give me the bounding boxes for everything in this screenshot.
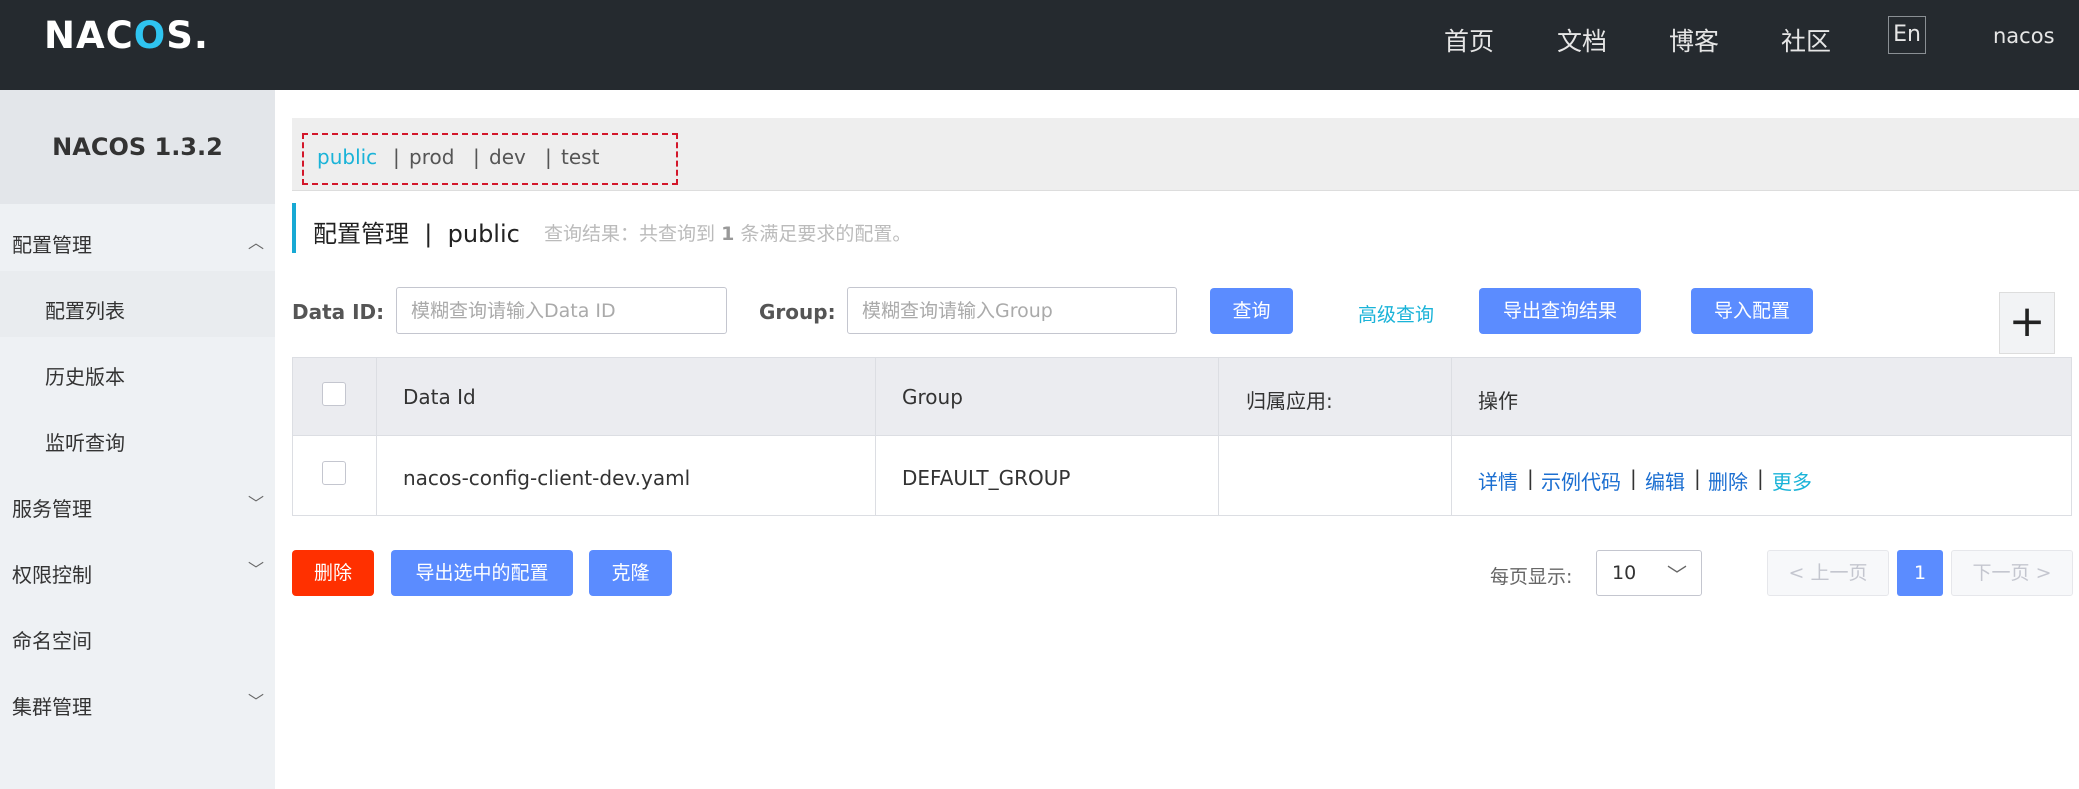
page-title: 配置管理 | public xyxy=(313,220,520,248)
namespace-tab-public[interactable]: public xyxy=(317,145,377,169)
namespace-separator: | xyxy=(393,145,400,169)
next-page-button[interactable]: 下一页 > xyxy=(1951,550,2073,596)
namespace-separator: | xyxy=(545,145,552,169)
clone-button[interactable]: 克隆 xyxy=(589,550,672,596)
column-header-group: Group xyxy=(902,385,963,409)
row-dataid: nacos-config-client-dev.yaml xyxy=(403,466,691,490)
namespace-separator: | xyxy=(473,145,480,169)
action-delete-link[interactable]: 删除 xyxy=(1708,466,1748,495)
add-config-button[interactable]: + xyxy=(1999,292,2055,354)
action-separator: | xyxy=(1630,466,1637,490)
nav-docs[interactable]: 文档 xyxy=(1557,22,1607,58)
action-detail-link[interactable]: 详情 xyxy=(1478,466,1518,495)
prev-page-button[interactable]: < 上一页 xyxy=(1767,550,1889,596)
nav-home[interactable]: 首页 xyxy=(1444,22,1494,58)
column-divider xyxy=(1451,358,1452,515)
namespace-tab-dev[interactable]: dev xyxy=(489,145,526,169)
dataid-search-input[interactable] xyxy=(396,287,727,334)
nav-community[interactable]: 社区 xyxy=(1781,22,1831,58)
row-group: DEFAULT_GROUP xyxy=(902,466,1071,490)
column-header-dataid: Data Id xyxy=(403,385,476,409)
namespace-tab-test[interactable]: test xyxy=(561,145,599,169)
query-result-summary: 查询结果：共查询到 1 条满足要求的配置。 xyxy=(544,223,912,245)
language-toggle-button[interactable]: En xyxy=(1888,16,1926,54)
query-button[interactable]: 查询 xyxy=(1210,288,1293,334)
sidebar-item-namespace[interactable]: 命名空间 xyxy=(12,625,92,654)
sidebar-group-auth[interactable]: 权限控制 xyxy=(12,559,92,588)
per-page-select[interactable]: 10 ﹀ xyxy=(1596,550,1702,596)
action-sample-code-link[interactable]: 示例代码 xyxy=(1541,466,1621,495)
group-search-input[interactable] xyxy=(847,287,1177,334)
advanced-query-link[interactable]: 高级查询 xyxy=(1358,300,1434,327)
action-edit-link[interactable]: 编辑 xyxy=(1645,466,1685,495)
import-config-button[interactable]: 导入配置 xyxy=(1691,288,1813,334)
chevron-left-icon: < xyxy=(1788,562,1805,584)
sidebar-item-history[interactable]: 历史版本 xyxy=(45,361,125,390)
chevron-down-icon: ﹀ xyxy=(1667,563,1687,587)
column-divider xyxy=(376,358,377,515)
sidebar-group-config[interactable]: 配置管理 xyxy=(12,229,92,258)
top-header: NACOS. 首页 文档 博客 社区 En nacos xyxy=(0,0,2079,90)
action-separator: | xyxy=(1527,466,1534,490)
chevron-down-icon[interactable]: ﹀ xyxy=(248,688,264,712)
sidebar: NACOS 1.3.2 配置管理 ︿ 配置列表 历史版本 监听查询 服务管理 ﹀… xyxy=(0,90,275,789)
table-header xyxy=(293,358,2071,436)
export-selected-button[interactable]: 导出选中的配置 xyxy=(391,550,573,596)
title-accent-bar xyxy=(292,203,296,253)
group-label: Group: xyxy=(759,300,836,324)
sidebar-group-service[interactable]: 服务管理 xyxy=(12,493,92,522)
sidebar-active-highlight xyxy=(0,271,275,337)
sidebar-group-cluster[interactable]: 集群管理 xyxy=(12,691,92,720)
export-query-results-button[interactable]: 导出查询结果 xyxy=(1479,288,1641,334)
column-header-app: 归属应用: xyxy=(1246,389,1333,413)
user-name[interactable]: nacos xyxy=(1993,24,2055,48)
chevron-down-icon[interactable]: ﹀ xyxy=(248,490,264,514)
config-table: Data Id Group 归属应用: 操作 nacos-config-clie… xyxy=(292,357,2072,516)
sidebar-item-config-list[interactable]: 配置列表 xyxy=(45,295,125,324)
page-number-current[interactable]: 1 xyxy=(1897,550,1943,596)
sidebar-item-listener[interactable]: 监听查询 xyxy=(45,427,125,456)
sidebar-version-title: NACOS 1.3.2 xyxy=(0,90,275,204)
chevron-down-icon[interactable]: ﹀ xyxy=(248,556,264,580)
namespace-tab-prod[interactable]: prod xyxy=(409,145,454,169)
per-page-value: 10 xyxy=(1612,562,1637,584)
action-more-link[interactable]: 更多 xyxy=(1772,466,1812,495)
action-separator: | xyxy=(1757,466,1764,490)
action-separator: | xyxy=(1694,466,1701,490)
select-all-checkbox[interactable] xyxy=(322,382,346,406)
column-divider xyxy=(1218,358,1219,515)
chevron-up-icon[interactable]: ︿ xyxy=(248,229,264,253)
nav-blog[interactable]: 博客 xyxy=(1669,22,1719,58)
row-checkbox[interactable] xyxy=(322,461,346,485)
column-header-actions: 操作 xyxy=(1478,389,1518,413)
dataid-label: Data ID: xyxy=(292,300,385,324)
per-page-label: 每页显示: xyxy=(1490,566,1573,588)
nacos-logo[interactable]: NACOS. xyxy=(44,14,209,57)
chevron-right-icon: > xyxy=(2035,562,2052,584)
column-divider xyxy=(875,358,876,515)
delete-selected-button[interactable]: 删除 xyxy=(292,550,374,596)
